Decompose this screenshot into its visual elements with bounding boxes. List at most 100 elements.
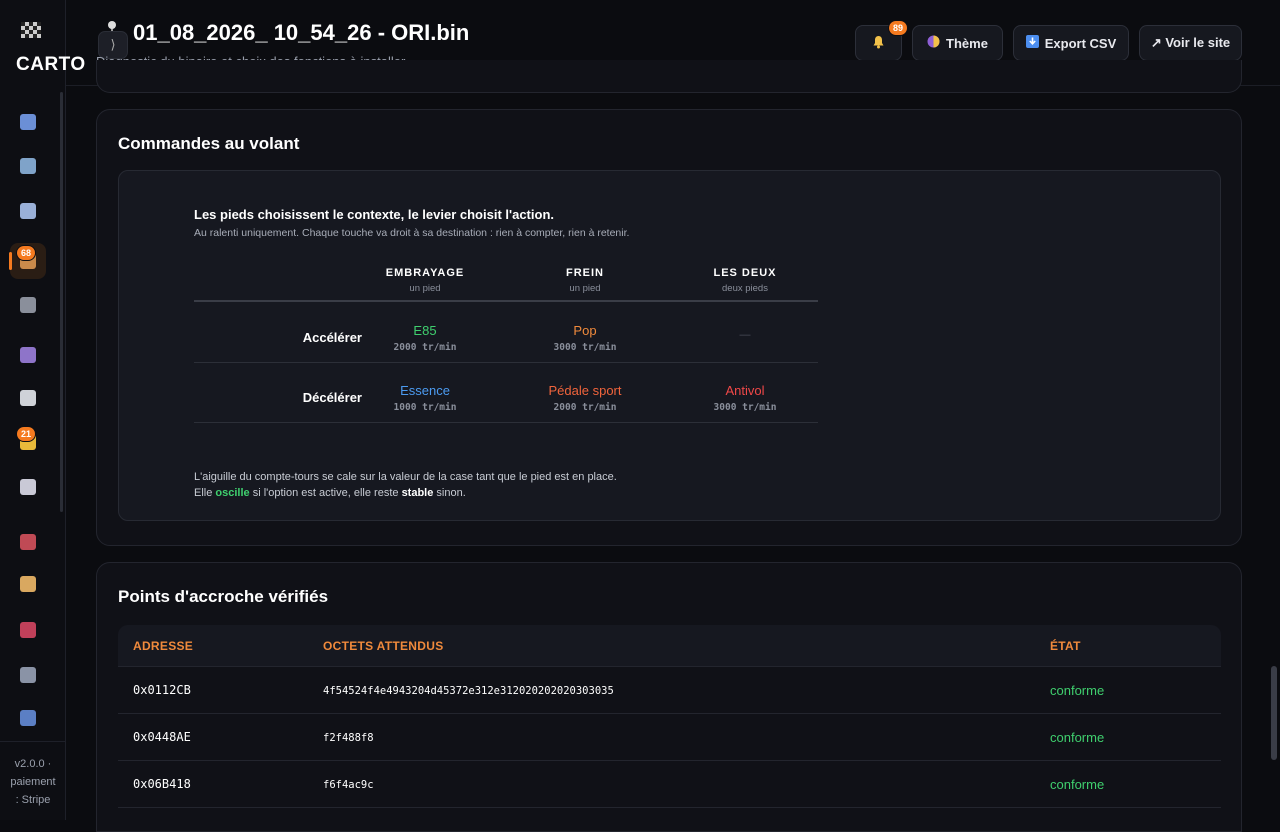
sidebar-badge: 68 (16, 245, 37, 261)
export-csv-label: Export CSV (1044, 35, 1117, 51)
tv-icon (20, 158, 36, 174)
hook-points-card: Points d'accroche vérifiés ADRESSE OCTET… (96, 562, 1242, 832)
card-title: Commandes au volant (118, 134, 300, 153)
column-header-state[interactable]: ÉTAT (1050, 639, 1081, 653)
view-site-button[interactable]: ↗ Voir le site (1139, 25, 1242, 61)
text-part: si l'option est active, elle reste (249, 487, 402, 499)
matrix-lead-sub: Au ralenti uniquement. Chaque touche va … (194, 227, 630, 239)
notification-count-badge: 89 (888, 20, 909, 36)
row-label-accelerate: Accélérer (302, 330, 362, 345)
column-header-both: LES DEUX (713, 267, 777, 279)
sidebar-item[interactable] (10, 469, 46, 505)
sidebar-item[interactable] (10, 524, 46, 560)
users-icon (20, 347, 36, 363)
download-icon (1025, 35, 1039, 51)
row-address: 0x0448AE (133, 730, 191, 744)
sidebar-item[interactable]: 68 (9, 243, 46, 279)
card-title: Points d'accroche vérifiés (118, 587, 329, 606)
row-state: conforme (1050, 777, 1105, 792)
row-address: 0x0112CB (133, 683, 191, 697)
column-header-brake: FREIN (566, 267, 604, 279)
page-title: 01_08_2026_ 10_54_26 - ORI.bin (133, 20, 470, 45)
ticket-icon (20, 622, 36, 638)
sidebar-item[interactable] (10, 657, 46, 693)
row-state: conforme (1050, 683, 1105, 698)
sidebar-item[interactable] (10, 193, 46, 229)
cell-rpm: 2000 tr/min (393, 342, 457, 353)
theme-icon (927, 35, 940, 51)
row-divider (118, 666, 1221, 667)
dashboard-icon (20, 114, 36, 130)
column-header-bytes[interactable]: OCTETS ATTENDUS (323, 639, 444, 653)
oscillate-keyword: oscille (215, 487, 250, 499)
sidebar-item[interactable] (10, 612, 46, 648)
row-bytes: 4f54524f4e4943204d45372e312e312020202020… (323, 685, 614, 697)
steering-matrix-panel: Les pieds choisissent le contexte, le le… (118, 170, 1221, 521)
tag-icon (20, 576, 36, 592)
sidebar-badge: 21 (16, 426, 37, 442)
row-divider (118, 760, 1221, 761)
sidebar-scrollbar[interactable] (60, 92, 63, 512)
view-site-label: ↗ Voir le site (1150, 35, 1231, 50)
sidebar-item[interactable] (10, 380, 46, 416)
row-divider (194, 422, 818, 423)
theme-button[interactable]: Thème (912, 25, 1003, 61)
row-divider (118, 807, 1221, 808)
sidebar-item[interactable]: 21 (10, 424, 46, 460)
theme-label: Thème (946, 35, 988, 51)
version-text: v2.0.0 · (14, 758, 52, 770)
sidebar-item[interactable] (10, 700, 46, 736)
row-address: 0x06B418 (133, 777, 191, 791)
row-divider (118, 713, 1221, 714)
page-scrollbar[interactable] (1271, 666, 1277, 760)
chevron-right-icon: ⟩ (110, 37, 116, 52)
row-bytes: f2f488f8 (323, 732, 374, 744)
chart-icon (20, 203, 36, 219)
column-header-address[interactable]: ADRESSE (133, 639, 193, 653)
robot-icon (20, 479, 36, 495)
row-bytes: f6f4ac9c (323, 779, 374, 791)
cell-empty: — (739, 329, 751, 341)
row-label-decelerate: Décélérer (302, 390, 362, 405)
sidebar-item[interactable] (10, 104, 46, 140)
cell-value[interactable]: Essence (355, 383, 495, 398)
stable-keyword: stable (401, 487, 434, 499)
chat-icon (20, 390, 36, 406)
column-sub-clutch: un pied (409, 283, 441, 294)
export-csv-button[interactable]: Export CSV (1013, 25, 1129, 61)
shield-icon (20, 710, 36, 726)
sidebar-item[interactable] (10, 148, 46, 184)
car-icon (20, 534, 36, 550)
matrix-lead: Les pieds choisissent le contexte, le le… (194, 207, 554, 222)
previous-card (96, 60, 1242, 93)
payment-text: paiement (10, 776, 56, 788)
app-logo-text[interactable]: CARTO (16, 54, 86, 76)
column-sub-brake: un pied (569, 283, 601, 294)
column-header-clutch: EMBRAYAGE (385, 267, 465, 279)
sidebar-footer: v2.0.0 · paiement : Stripe (0, 741, 66, 820)
needle-explanation: L'aiguille du compte-tours se cale sur l… (194, 471, 617, 483)
column-sub-both: deux pieds (722, 283, 768, 294)
sidebar: CARTO 68 21 v2.0.0 · paiement : Stripe (0, 0, 85, 820)
cell-value[interactable]: Pop (515, 323, 655, 338)
cell-rpm: 3000 tr/min (553, 342, 617, 353)
text-part: sinon. (433, 487, 466, 499)
text-part: Elle (194, 487, 216, 499)
plug-icon (20, 297, 36, 313)
cell-value[interactable]: Antivol (675, 383, 815, 398)
cell-value[interactable]: E85 (355, 323, 495, 338)
building-icon (20, 667, 36, 683)
cell-rpm: 3000 tr/min (713, 402, 777, 413)
steering-commands-card: Commandes au volant Les pieds choisissen… (96, 109, 1242, 546)
payment-provider-text: : Stripe (15, 794, 51, 806)
checkered-flag-icon (20, 22, 42, 40)
row-state: conforme (1050, 730, 1105, 745)
sidebar-item[interactable] (10, 337, 46, 373)
sidebar-item[interactable] (10, 566, 46, 602)
active-marker (9, 252, 12, 270)
cell-value[interactable]: Pédale sport (515, 383, 655, 398)
needle-behavior: Elle oscille si l'option est active, ell… (194, 487, 466, 499)
header-divider (194, 300, 818, 302)
sidebar-item[interactable] (10, 287, 46, 323)
cell-rpm: 2000 tr/min (553, 402, 617, 413)
